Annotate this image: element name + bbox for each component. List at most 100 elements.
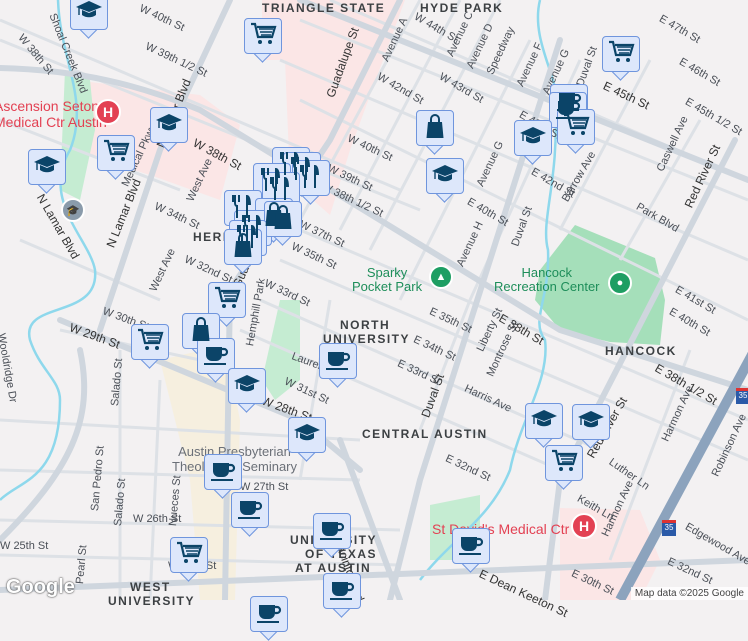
school-icon — [155, 110, 183, 141]
cafe-icon — [202, 341, 230, 372]
marker-badge — [557, 109, 595, 145]
poi-line: Medical Ctr Austin — [0, 114, 107, 130]
recreation-pin-icon[interactable]: ● — [608, 271, 632, 295]
interstate-shield: 35 — [736, 388, 748, 404]
shopping-icon — [269, 204, 297, 235]
cafe-icon — [324, 346, 352, 377]
cafe-marker[interactable] — [313, 513, 353, 558]
grocery-icon — [175, 540, 203, 571]
grocery-icon — [550, 448, 578, 479]
cafe-icon — [318, 516, 346, 547]
cafe-marker[interactable] — [231, 492, 271, 537]
school-icon — [33, 152, 61, 183]
marker-badge — [70, 0, 108, 30]
cafe-icon — [209, 457, 237, 488]
school-marker[interactable] — [572, 404, 612, 449]
grocery-icon — [136, 327, 164, 358]
school-icon — [293, 420, 321, 451]
poi-line: Recreation Center — [494, 279, 600, 294]
marker-badge — [244, 18, 282, 54]
google-logo: Google — [6, 576, 75, 598]
neighborhood-label: UNIVERSITY — [108, 594, 196, 608]
marker-badge — [250, 596, 288, 632]
school-icon — [431, 161, 459, 192]
marker-badge — [323, 573, 361, 609]
grocery-icon — [213, 285, 241, 316]
grocery-marker[interactable] — [545, 445, 585, 490]
school-icon — [233, 371, 261, 402]
grocery-marker[interactable] — [244, 18, 284, 63]
marker-badge — [224, 229, 262, 265]
school-pin-icon[interactable]: 🎓 — [61, 198, 85, 222]
seton-hospital-label[interactable]: Ascension Seton Medical Ctr Austin — [0, 98, 107, 130]
neighborhood-label: WEST — [130, 580, 171, 594]
school-marker[interactable] — [525, 403, 565, 448]
neighborhood-label: NORTH — [340, 318, 391, 332]
grocery-icon — [249, 21, 277, 52]
sparky-park-label[interactable]: Sparky Pocket Park — [352, 266, 422, 294]
grocery-marker[interactable] — [97, 135, 137, 180]
cafe-marker[interactable] — [452, 528, 492, 573]
grocery-marker[interactable] — [557, 109, 597, 154]
school-icon — [577, 407, 605, 438]
school-icon — [530, 406, 558, 437]
marker-badge — [525, 403, 563, 439]
neighborhood-label: CENTRAL AUSTIN — [362, 427, 488, 441]
hancock-rec-label[interactable]: Hancock Recreation Center — [494, 266, 600, 294]
marker-badge — [416, 110, 454, 146]
grocery-marker[interactable] — [131, 324, 171, 369]
cafe-marker[interactable] — [250, 596, 290, 641]
grocery-icon — [102, 138, 130, 169]
shopping-marker[interactable] — [264, 201, 304, 246]
neighborhood-label: HYDE PARK — [420, 1, 504, 15]
hospital-icon[interactable]: H — [571, 513, 597, 539]
marker-badge — [228, 368, 266, 404]
grocery-marker[interactable] — [602, 36, 642, 81]
map-canvas[interactable] — [0, 0, 748, 600]
marker-badge — [288, 417, 326, 453]
hospital-icon[interactable]: H — [95, 99, 121, 125]
map-attribution[interactable]: Map data ©2025 Google — [630, 587, 748, 600]
school-marker[interactable] — [70, 0, 110, 39]
poi-line: Sparky — [366, 265, 408, 280]
marker-badge — [170, 537, 208, 573]
school-marker[interactable] — [288, 417, 328, 462]
marker-badge — [602, 36, 640, 72]
shopping-icon — [229, 232, 257, 263]
park-tree-icon[interactable]: ▲ — [429, 265, 453, 289]
marker-badge — [97, 135, 135, 171]
marker-badge — [28, 149, 66, 185]
cafe-icon — [328, 576, 356, 607]
marker-badge — [264, 201, 302, 237]
school-marker[interactable] — [228, 368, 268, 413]
marker-badge — [426, 158, 464, 194]
marker-badge — [313, 513, 351, 549]
shopping-marker[interactable] — [416, 110, 456, 155]
cafe-marker[interactable] — [319, 343, 359, 388]
marker-badge — [231, 492, 269, 528]
marker-badge — [572, 404, 610, 440]
cafe-marker[interactable] — [323, 573, 363, 618]
school-marker[interactable] — [150, 107, 190, 152]
poi-line: Pocket Park — [352, 279, 423, 294]
marker-badge — [545, 445, 583, 481]
poi-line: Ascension Seton — [0, 98, 100, 114]
marker-badge — [204, 454, 242, 490]
grocery-icon — [607, 39, 635, 70]
school-marker[interactable] — [28, 149, 68, 194]
shopping-icon — [421, 113, 449, 144]
poi-line: Hancock — [521, 265, 573, 280]
cafe-icon — [255, 599, 283, 630]
interstate-shield: 35 — [662, 520, 676, 536]
marker-badge — [452, 528, 490, 564]
grocery-icon — [562, 112, 590, 143]
school-icon — [519, 123, 547, 154]
cafe-icon — [236, 495, 264, 526]
neighborhood-label: TRIANGLE STATE — [262, 1, 386, 15]
marker-badge — [150, 107, 188, 143]
grocery-marker[interactable] — [170, 537, 210, 582]
school-marker[interactable] — [514, 120, 554, 165]
school-icon — [75, 0, 103, 28]
neighborhood-label: HANCOCK — [605, 344, 677, 358]
school-marker[interactable] — [426, 158, 466, 203]
